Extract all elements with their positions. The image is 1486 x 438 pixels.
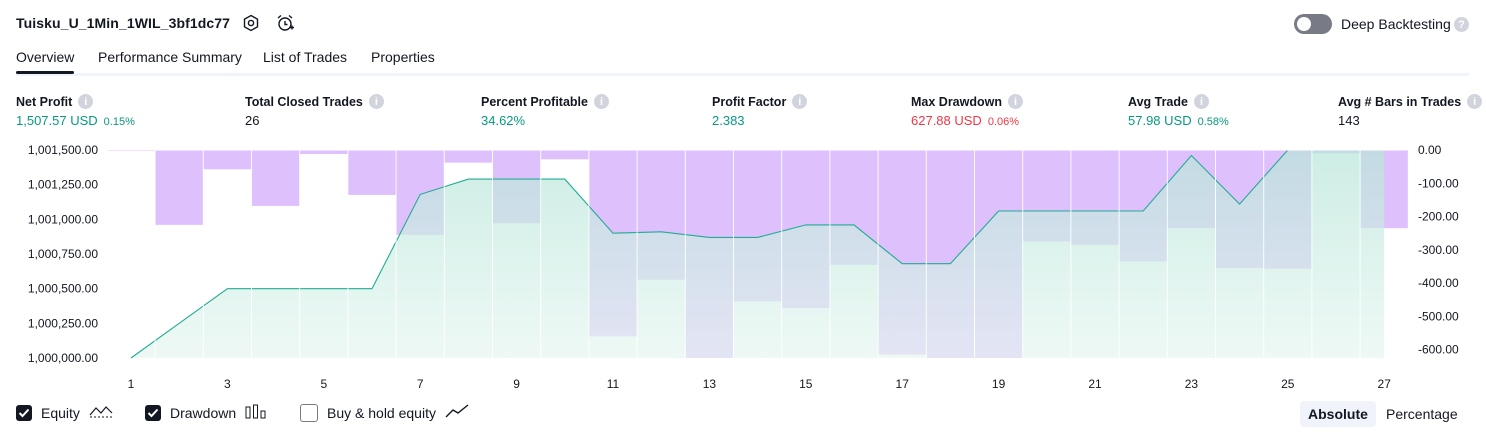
metric-label: Total Closed Trades xyxy=(245,94,363,109)
tabs-divider xyxy=(16,73,1469,76)
right-axis-label: -100.00 xyxy=(1418,176,1459,190)
metric-percent: 0.58% xyxy=(1197,116,1229,128)
tab-list-of-trades[interactable]: List of Trades xyxy=(263,49,347,65)
metric-label: Net Profit xyxy=(16,94,73,109)
metric-label: Profit Factor xyxy=(712,94,787,109)
metric-percent-profitable: Percent Profitable i 34.62% xyxy=(481,94,609,128)
info-icon[interactable]: i xyxy=(1193,94,1209,109)
metric-percent: 0.15% xyxy=(103,116,135,128)
metric-avg-bars-in-trades: Avg # Bars in Trades i 143 xyxy=(1338,94,1483,128)
metric-value: 143 xyxy=(1338,113,1360,128)
metric-label: Max Drawdown xyxy=(911,94,1002,109)
left-axis-label: 1,001,500.00 xyxy=(28,143,98,157)
equity-checkbox[interactable] xyxy=(16,404,32,421)
info-icon[interactable]: i xyxy=(78,94,94,109)
metric-value: 2.383 xyxy=(712,113,745,128)
equity-line-icon xyxy=(89,403,113,422)
metric-max-drawdown: Max Drawdown i 627.88 USD 0.06% xyxy=(911,94,1023,128)
metric-label: Avg # Bars in Trades xyxy=(1338,94,1462,109)
x-axis-label: 5 xyxy=(320,377,327,391)
info-icon[interactable]: i xyxy=(1467,94,1483,109)
info-icon[interactable]: i xyxy=(792,94,808,109)
drawdown-bar xyxy=(444,150,493,163)
metric-label: Avg Trade xyxy=(1128,94,1188,109)
x-axis-label: 15 xyxy=(799,377,813,391)
alarm-add-icon[interactable] xyxy=(274,12,296,34)
left-axis-label: 1,001,250.00 xyxy=(28,178,98,192)
legend-label: Buy & hold equity xyxy=(327,404,436,421)
absolute-mode-button[interactable]: Absolute xyxy=(1300,401,1376,427)
info-icon[interactable]: i xyxy=(368,94,384,109)
metric-percent: 0.06% xyxy=(987,116,1020,128)
toggle-knob xyxy=(1297,17,1311,31)
x-axis-label: 11 xyxy=(607,377,620,391)
metric-avg-trade: Avg Trade i 57.98 USD 0.58% xyxy=(1128,94,1229,128)
right-axis-label: -500.00 xyxy=(1418,309,1459,323)
right-axis-label: -200.00 xyxy=(1418,210,1459,224)
strategy-title: Tuisku_U_1Min_1WIL_3bf1dc77 xyxy=(16,15,231,31)
x-axis-label: 23 xyxy=(1185,377,1199,391)
legend-equity[interactable]: Equity xyxy=(16,403,113,422)
metric-net-profit: Net Profit i 1,507.57 USD 0.15% xyxy=(16,94,135,128)
x-axis-label: 3 xyxy=(224,377,231,391)
legend-label: Drawdown xyxy=(170,404,237,421)
x-axis-label: 25 xyxy=(1281,377,1295,391)
metric-total-closed-trades: Total Closed Trades i 26 xyxy=(245,94,384,128)
buy-hold-checkbox[interactable] xyxy=(300,403,318,422)
x-axis-label: 17 xyxy=(896,377,910,391)
equity-drawdown-chart[interactable]: 1,001,500.00 1,001,250.00 1,001,000.00 1,00… xyxy=(0,138,1486,398)
metric-value: 1,507.57 USD xyxy=(16,113,98,128)
help-icon[interactable]: ? xyxy=(1454,17,1469,32)
deep-backtesting-label: Deep Backtesting xyxy=(1341,16,1451,32)
x-axis-label: 13 xyxy=(703,377,717,391)
settings-icon[interactable] xyxy=(240,12,262,34)
right-axis-label: -400.00 xyxy=(1418,276,1459,290)
info-icon[interactable]: i xyxy=(1008,94,1023,109)
right-axis-label: -300.00 xyxy=(1418,243,1459,257)
drawdown-bars-icon xyxy=(245,403,267,422)
help-icon-glyph: ? xyxy=(1458,18,1465,31)
buyhold-line-icon xyxy=(445,403,469,422)
left-axis-label: 1,000,250.00 xyxy=(28,316,98,330)
metric-value: 627.88 USD xyxy=(911,113,982,128)
left-axis-label: 1,000,750.00 xyxy=(28,247,98,261)
left-axis-label: 1,000,500.00 xyxy=(28,282,98,296)
right-axis-label: 0.00 xyxy=(1418,143,1442,157)
drawdown-bar xyxy=(540,150,589,160)
deep-backtesting-toggle[interactable] xyxy=(1294,14,1332,34)
metric-value: 34.62% xyxy=(481,113,526,128)
drawdown-checkbox[interactable] xyxy=(145,404,161,421)
metric-value: 26 xyxy=(245,113,260,128)
metric-value: 57.98 USD xyxy=(1128,113,1192,128)
info-icon[interactable]: i xyxy=(593,94,609,109)
active-tab-indicator xyxy=(16,71,74,74)
left-axis-label: 1,000,000.00 xyxy=(28,351,98,365)
x-axis-label: 1 xyxy=(128,377,135,391)
x-axis-label: 9 xyxy=(513,377,520,391)
x-axis-label: 7 xyxy=(417,377,424,391)
legend-buy-hold[interactable]: Buy & hold equity xyxy=(300,403,469,422)
right-axis-label: -600.00 xyxy=(1418,343,1459,357)
drawdown-bar xyxy=(347,150,397,195)
metric-profit-factor: Profit Factor i 2.383 xyxy=(712,94,808,128)
tab-overview[interactable]: Overview xyxy=(16,49,74,65)
x-axis-label: 19 xyxy=(992,377,1006,391)
drawdown-bar xyxy=(203,150,252,170)
drawdown-bar xyxy=(155,150,204,225)
x-axis-label: 21 xyxy=(1088,377,1102,391)
x-axis-label: 27 xyxy=(1378,377,1392,391)
legend-label: Equity xyxy=(41,404,80,421)
drawdown-bar xyxy=(299,150,348,154)
tab-properties[interactable]: Properties xyxy=(371,49,435,65)
left-axis-label: 1,001,000.00 xyxy=(28,212,98,226)
metric-label: Percent Profitable xyxy=(481,94,588,109)
percentage-mode-button[interactable]: Percentage xyxy=(1378,401,1466,427)
legend-drawdown[interactable]: Drawdown xyxy=(145,403,267,422)
tab-performance-summary[interactable]: Performance Summary xyxy=(98,49,242,65)
drawdown-bar xyxy=(251,150,300,206)
